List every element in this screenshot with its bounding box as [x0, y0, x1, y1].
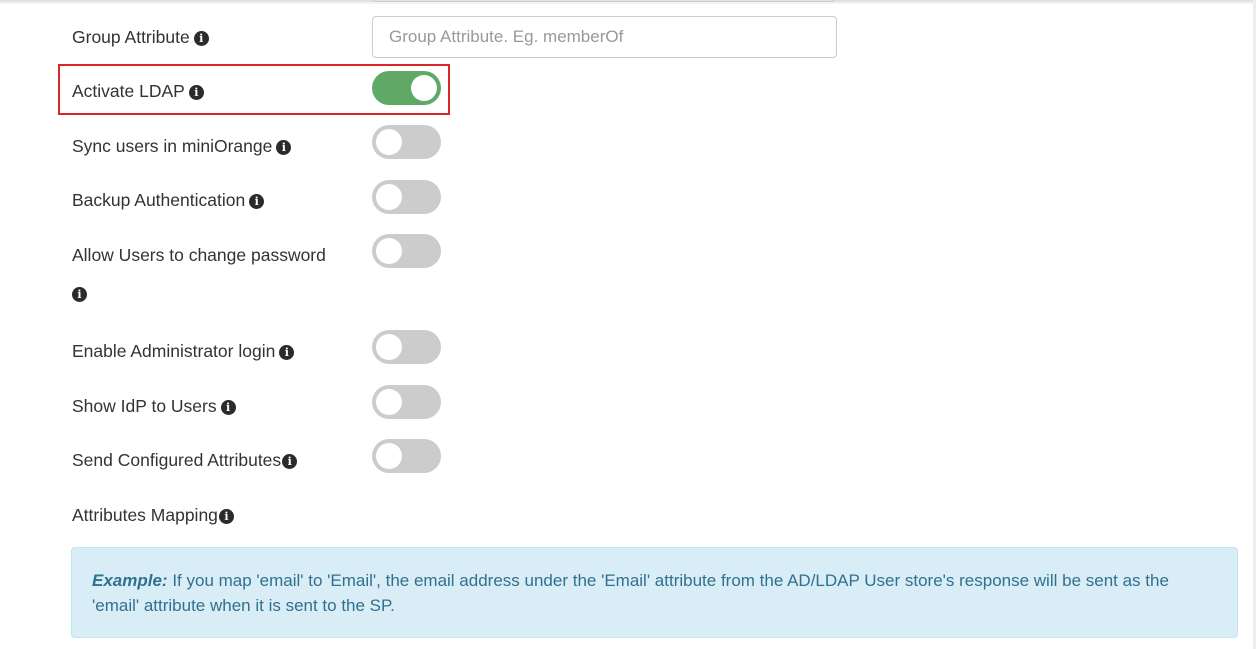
backup-authentication-toggle[interactable]	[372, 180, 441, 214]
info-icon[interactable]: i	[220, 400, 236, 415]
send-attributes-toggle[interactable]	[372, 439, 441, 473]
attributes-mapping-label: Attributes Mapping	[72, 505, 218, 525]
change-password-row-label: Allow Users to change password	[72, 245, 326, 265]
backup-authentication-label: Backup Authentication	[72, 190, 246, 210]
toggle-knob	[376, 238, 402, 264]
info-icon[interactable]: i	[282, 454, 298, 469]
group-attribute-label: Group Attribute	[72, 27, 190, 47]
previous-input-edge	[371, 0, 835, 2]
toggle-knob	[376, 389, 402, 415]
toggle-knob	[376, 443, 402, 469]
toggle-knob	[411, 75, 437, 101]
info-icon[interactable]: i	[218, 509, 234, 524]
admin-login-toggle[interactable]	[372, 330, 441, 364]
admin-login-label: Enable Administrator login	[72, 341, 276, 361]
show-idp-label: Show IdP to Users	[72, 396, 217, 416]
change-password-label: Allow Users to change password	[72, 245, 326, 265]
example-title: Example:	[92, 571, 168, 590]
admin-login-row-label: Enable Administrator login i	[72, 341, 295, 361]
activate-ldap-toggle[interactable]	[372, 71, 441, 105]
toggle-knob	[376, 334, 402, 360]
send-attributes-row-label: Send Configured Attributes i	[72, 450, 298, 470]
sync-users-toggle[interactable]	[372, 125, 441, 159]
show-idp-toggle[interactable]	[372, 385, 441, 419]
top-divider-shadow	[0, 2, 1256, 4]
backup-authentication-row-label: Backup Authentication i	[72, 190, 265, 210]
group-attribute-row-label: Group Attribute i	[72, 27, 209, 47]
info-icon[interactable]: i	[279, 345, 295, 360]
show-idp-row-label: Show IdP to Users i	[72, 396, 236, 416]
sync-users-label: Sync users in miniOrange	[72, 136, 273, 156]
toggle-knob	[376, 184, 402, 210]
example-text: If you map 'email' to 'Email', the email…	[92, 571, 1169, 615]
info-icon[interactable]: i	[193, 31, 209, 46]
send-attributes-label: Send Configured Attributes	[72, 450, 282, 470]
info-icon[interactable]: i	[276, 140, 292, 155]
change-password-toggle[interactable]	[372, 234, 441, 268]
toggle-knob	[376, 129, 402, 155]
example-alert: Example: If you map 'email' to 'Email', …	[71, 547, 1238, 638]
info-icon[interactable]: i	[188, 85, 204, 100]
activate-ldap-row-label: Activate LDAP i	[72, 81, 204, 101]
group-attribute-input[interactable]	[372, 16, 837, 58]
info-icon[interactable]: i	[72, 287, 87, 302]
attributes-mapping-row-label: Attributes Mapping i	[72, 505, 234, 525]
info-icon[interactable]: i	[249, 194, 265, 209]
activate-ldap-label: Activate LDAP	[72, 81, 185, 101]
sync-users-row-label: Sync users in miniOrange i	[72, 136, 292, 156]
